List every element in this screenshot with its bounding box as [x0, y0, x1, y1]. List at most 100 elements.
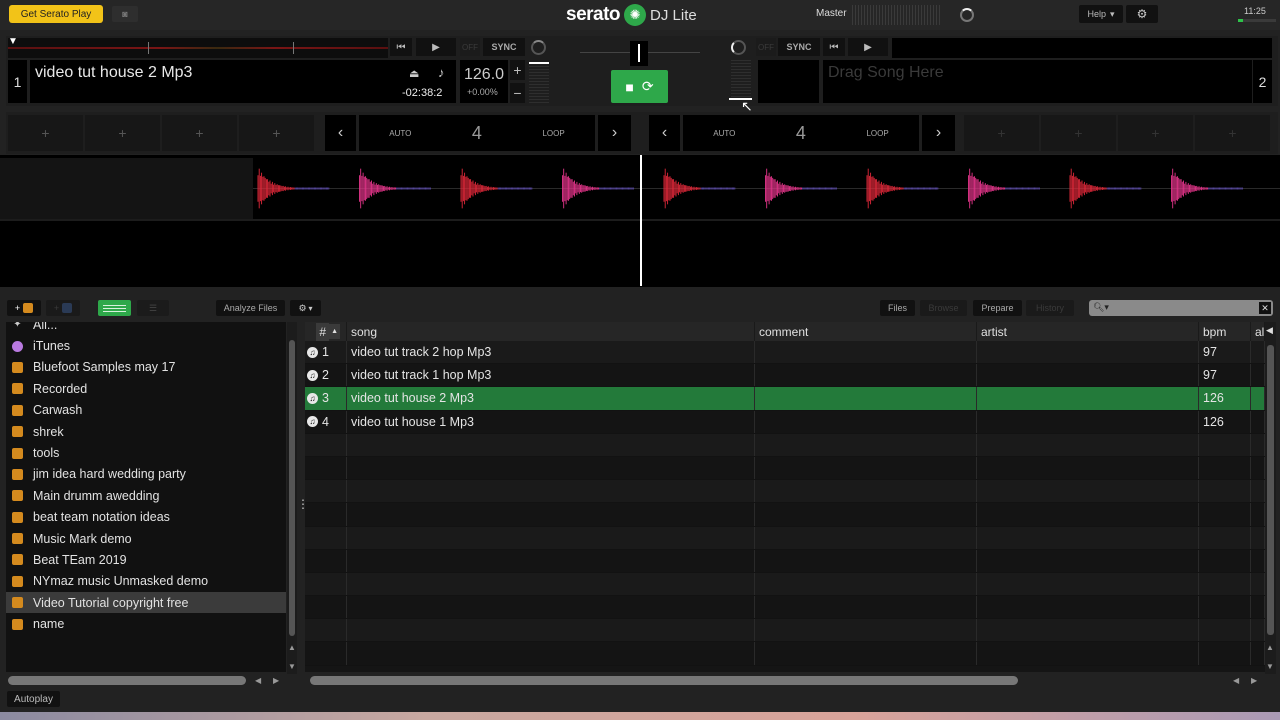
- sidebar-item[interactable]: Carwash: [6, 400, 286, 421]
- sidebar-item[interactable]: name: [6, 613, 286, 634]
- sidebar-item[interactable]: Main drumm awedding: [6, 485, 286, 506]
- column-header-comment[interactable]: comment: [755, 322, 977, 341]
- artwork-view-button[interactable]: ☰: [137, 300, 169, 316]
- scroll-right-icon[interactable]: ▶: [1251, 676, 1257, 685]
- comment-icon: ■: [625, 78, 634, 95]
- library-settings-button[interactable]: ⚙ ▾: [290, 300, 321, 316]
- sidebar-item[interactable]: Video Tutorial copyright free: [6, 592, 286, 614]
- sidebar-item[interactable]: NYmaz music Unmasked demo: [6, 571, 286, 592]
- deck2-cue-button[interactable]: ⏮: [823, 38, 845, 56]
- scroll-right-icon[interactable]: ▶: [273, 676, 279, 685]
- scroll-up-icon[interactable]: ▲: [1266, 643, 1274, 652]
- tab-history[interactable]: History: [1026, 300, 1074, 316]
- deck1-auto-label[interactable]: AUTO: [389, 129, 411, 138]
- deck2-off-button[interactable]: OFF: [756, 38, 776, 56]
- cell-value: video tut track 1 hop Mp3: [351, 368, 492, 383]
- record-button[interactable]: ◙: [112, 6, 138, 22]
- scroll-down-icon[interactable]: ▼: [288, 662, 296, 671]
- analyze-files-button[interactable]: Analyze Files: [216, 300, 285, 316]
- search-input[interactable]: [1089, 300, 1273, 316]
- deck1-hotcue-1[interactable]: +: [8, 115, 83, 151]
- scroll-down-icon[interactable]: ▼: [1266, 662, 1274, 671]
- deck1-off-button[interactable]: OFF: [460, 38, 480, 56]
- deck2-play-button[interactable]: ▶: [848, 38, 888, 56]
- column-header-number[interactable]: # ▲: [305, 322, 347, 341]
- deck2-loop-prev-button[interactable]: ‹: [649, 115, 680, 151]
- column-menu-icon[interactable]: ◀: [1266, 325, 1273, 336]
- track-view-button[interactable]: [98, 300, 131, 316]
- deck1-loop-button[interactable]: LOOP: [542, 129, 564, 138]
- cell-num: [305, 619, 347, 642]
- scroll-left-icon[interactable]: ◀: [1233, 676, 1239, 685]
- autoplay-button[interactable]: Autoplay: [7, 691, 60, 707]
- column-header-song[interactable]: song: [347, 322, 755, 341]
- deck2-auto-label[interactable]: AUTO: [713, 129, 735, 138]
- sidebar-item[interactable]: ✦ All...: [6, 322, 286, 335]
- tab-prepare[interactable]: Prepare: [973, 300, 1022, 316]
- table-row[interactable]: ♫ 1 video tut track 2 hop Mp3 97: [305, 341, 1265, 365]
- scroll-left-icon[interactable]: ◀: [255, 676, 261, 685]
- add-smart-crate-button[interactable]: +: [46, 300, 80, 316]
- deck1-hotcue-4[interactable]: +: [239, 115, 314, 151]
- deck2-hotcue-2[interactable]: +: [1041, 115, 1116, 151]
- deck1-hotcue-2[interactable]: +: [85, 115, 160, 151]
- deck1-cue-button[interactable]: ⏮: [390, 38, 412, 56]
- deck1-loop-prev-button[interactable]: ‹: [325, 115, 356, 151]
- sidebar-item[interactable]: Bluefoot Samples may 17: [6, 357, 286, 378]
- get-serato-play-button[interactable]: Get Serato Play: [9, 5, 103, 23]
- table-horizontal-scrollbar[interactable]: [310, 676, 1018, 685]
- deck1-pitch-down-button[interactable]: −: [510, 83, 525, 103]
- sidebar-item[interactable]: Recorded: [6, 378, 286, 399]
- sidebar-item[interactable]: Beat TEam 2019: [6, 549, 286, 570]
- deck1-gain-knob[interactable]: [531, 40, 546, 55]
- sidebar-item[interactable]: iTunes: [6, 335, 286, 356]
- sidebar-item[interactable]: beat team notation ideas: [6, 507, 286, 528]
- deck2-gain-knob[interactable]: [731, 40, 746, 55]
- sampler-sync-toggle[interactable]: ■ ⟳: [611, 70, 668, 103]
- sidebar-item[interactable]: tools: [6, 442, 286, 463]
- crate-icon: [12, 490, 23, 502]
- help-button[interactable]: Help ▾: [1079, 5, 1123, 23]
- deck1-pitch-up-button[interactable]: +: [510, 60, 525, 80]
- deck1-play-button[interactable]: ▶: [416, 38, 456, 56]
- cell-bpm: [1199, 596, 1251, 619]
- deck1-hotcue-3[interactable]: +: [162, 115, 237, 151]
- deck2-hotcue-1[interactable]: +: [964, 115, 1039, 151]
- sidebar-item[interactable]: jim idea hard wedding party: [6, 464, 286, 485]
- column-header-artist[interactable]: artist: [977, 322, 1199, 341]
- table-row[interactable]: ♫ 2 video tut track 1 hop Mp3 97: [305, 364, 1265, 388]
- deck2-sync-button[interactable]: SYNC: [778, 38, 820, 56]
- column-header-bpm[interactable]: bpm: [1199, 322, 1251, 341]
- library-toolbar: [0, 297, 1280, 321]
- sidebar-scroll-thumb[interactable]: [289, 340, 295, 636]
- table-scroll-thumb[interactable]: [1267, 345, 1274, 635]
- deck2-track-overview[interactable]: [892, 38, 1272, 58]
- eject-icon[interactable]: ⏏: [409, 67, 419, 80]
- column-header-all[interactable]: all: [1251, 322, 1265, 341]
- deck1-sync-button[interactable]: SYNC: [483, 38, 525, 56]
- table-row[interactable]: ♫ 3 video tut house 2 Mp3 126: [305, 387, 1265, 411]
- crossfader-handle[interactable]: [630, 41, 648, 66]
- add-crate-button[interactable]: +: [7, 300, 41, 316]
- sidebar-item[interactable]: Music Mark demo: [6, 528, 286, 549]
- table-row[interactable]: ♫ 4 video tut house 1 Mp3 126: [305, 410, 1265, 434]
- key-lock-icon[interactable]: ♪: [438, 65, 445, 80]
- master-volume-knob[interactable]: [960, 8, 974, 22]
- tab-files[interactable]: Files: [880, 300, 915, 316]
- tab-browse[interactable]: Browse: [920, 300, 967, 316]
- column-header-label: bpm: [1203, 324, 1227, 339]
- search-icon[interactable]: 🔍︎▾: [1093, 302, 1109, 313]
- clear-search-button[interactable]: ✕: [1259, 302, 1271, 314]
- deck2-loop-next-button[interactable]: ›: [922, 115, 955, 151]
- deck2-loop-button[interactable]: LOOP: [866, 129, 888, 138]
- sidebar-item[interactable]: shrek: [6, 421, 286, 442]
- cell-artist: [977, 642, 1199, 665]
- deck2-hotcue-3[interactable]: +: [1118, 115, 1193, 151]
- deck1-loop-next-button[interactable]: ›: [598, 115, 631, 151]
- deck2-hotcue-4[interactable]: +: [1195, 115, 1270, 151]
- deck1-waveform[interactable]: [253, 158, 1280, 219]
- sidebar-horizontal-scrollbar[interactable]: [8, 676, 246, 685]
- deck1-track-overview[interactable]: [8, 38, 388, 58]
- scroll-up-icon[interactable]: ▲: [288, 643, 296, 652]
- settings-button[interactable]: ⚙: [1126, 5, 1158, 23]
